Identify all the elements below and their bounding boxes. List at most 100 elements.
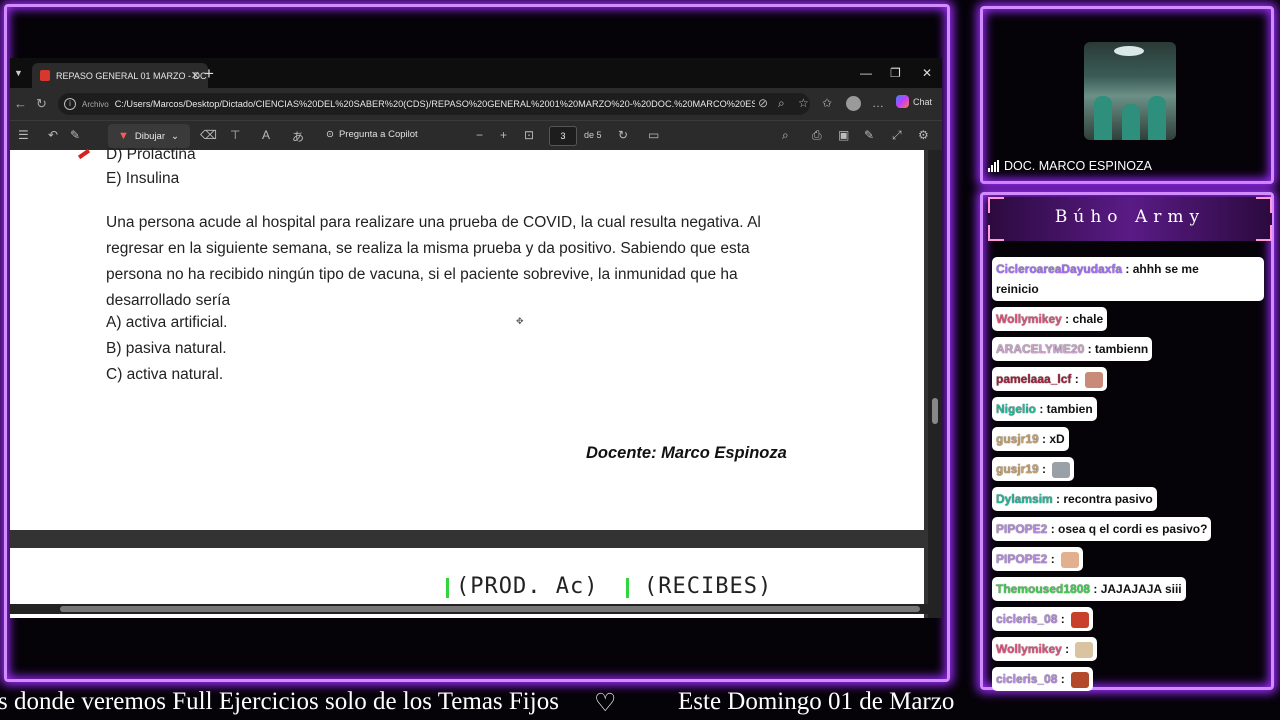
scroll-thumb[interactable]: [60, 606, 920, 612]
chat-username[interactable]: PIPOPE2: [996, 552, 1047, 566]
chat-message: Nigelio : tambien: [992, 397, 1097, 421]
chat-text: : xD: [1038, 432, 1065, 446]
option-a: A) activa artificial.: [106, 314, 228, 331]
emote-icon: [1075, 641, 1094, 658]
zoom-out-icon[interactable]: −: [476, 128, 483, 142]
chevron-down-icon: ⌄: [171, 130, 179, 142]
signal-icon: [988, 160, 999, 172]
tab-list-chevron-icon[interactable]: ▼: [14, 68, 23, 78]
chat-message: Themoused1808 : JAJAJAJA siii: [992, 577, 1186, 601]
copilot-button[interactable]: Chat: [896, 95, 932, 108]
chat-title: Búho Army: [988, 197, 1272, 241]
tab-close-icon[interactable]: ✕: [191, 69, 200, 82]
add-text-icon[interactable]: A: [262, 128, 270, 142]
print-icon[interactable]: ⎙: [812, 128, 822, 143]
read-aloud-icon[interactable]: あ: [292, 128, 304, 145]
chat-text: :: [1057, 672, 1069, 686]
fit-page-icon[interactable]: ⊡: [524, 128, 534, 142]
pen-icon: ▼: [118, 130, 129, 142]
corner-ornament: [988, 197, 1004, 213]
pdf-page: D) Prolactina E) Insulina Una persona ac…: [10, 146, 924, 530]
close-window-button[interactable]: ✕: [922, 66, 932, 80]
surgeon-figure: [1094, 96, 1112, 140]
undo-icon[interactable]: ↶: [48, 128, 58, 142]
info-icon[interactable]: i: [64, 98, 76, 110]
surgeon-figure: [1122, 104, 1140, 140]
text-icon[interactable]: ⊤: [230, 128, 240, 142]
copilot-label: Chat: [913, 96, 933, 107]
chat-username[interactable]: gusjr19: [996, 432, 1039, 446]
ticker-text: Este Domingo 01 de Marzo: [678, 688, 955, 715]
emote-icon: [1061, 551, 1080, 568]
cursor-icon: ✥: [516, 316, 524, 326]
news-ticker: s donde veremos Full Ejercicios solo de …: [0, 686, 960, 720]
favorite-star-icon[interactable]: ☆: [798, 96, 809, 110]
chat-text: :: [1061, 642, 1073, 656]
webcam-feed: [1084, 42, 1176, 140]
fullscreen-icon[interactable]: ⤢: [892, 128, 902, 143]
chat-username[interactable]: Wollymikey: [996, 312, 1062, 326]
chat-message: Wollymikey :: [992, 637, 1098, 661]
read-aloud-icon[interactable]: ⊘: [758, 96, 768, 110]
option-c: C) activa natural.: [106, 366, 224, 383]
back-icon[interactable]: ←: [14, 96, 27, 111]
page-number-input[interactable]: 3: [549, 126, 577, 146]
chat-text: : chale: [1061, 312, 1104, 326]
chat-username[interactable]: Nigelio: [996, 402, 1036, 416]
vertical-scrollbar[interactable]: [928, 150, 942, 618]
new-tab-button[interactable]: +: [204, 64, 214, 84]
green-highlight-mark: [626, 578, 629, 598]
page-view-icon[interactable]: ▭: [648, 128, 659, 142]
more-icon[interactable]: …: [872, 96, 884, 110]
profile-avatar[interactable]: [846, 96, 861, 111]
eraser-icon[interactable]: ⌫: [200, 128, 217, 142]
contents-icon[interactable]: ☰: [18, 128, 29, 142]
address-chip: Archivo: [82, 99, 109, 109]
zoom-icon[interactable]: ⌕: [778, 96, 785, 111]
horizontal-scrollbar[interactable]: [10, 604, 928, 614]
handwriting-prod-ac: (PROD. Ac): [456, 574, 599, 599]
ask-copilot-button[interactable]: ⊙ Pregunta a Copilot: [326, 129, 418, 140]
handwriting-recibes: (RECIBES): [644, 574, 773, 599]
address-bar[interactable]: i Archivo C:/Users/Marcos/Desktop/Dictad…: [58, 93, 810, 115]
chat-username[interactable]: pamelaaa_lcf: [996, 372, 1071, 386]
green-highlight-mark: [446, 578, 449, 598]
maximize-button[interactable]: ❐: [890, 66, 901, 80]
settings-icon[interactable]: ⚙: [918, 128, 929, 142]
rotate-icon[interactable]: ↻: [618, 128, 628, 142]
chat-username[interactable]: CicleroareaDayudaxfa: [996, 262, 1122, 276]
option-d: D) Prolactina: [106, 146, 196, 163]
copilot-icon: ⊙: [326, 129, 334, 140]
emote-icon: [1052, 461, 1071, 478]
save-icon[interactable]: ▣: [838, 128, 849, 142]
chat-text: :: [1038, 462, 1050, 476]
favorites-icon[interactable]: ✩: [822, 96, 832, 110]
zoom-in-icon[interactable]: +: [500, 128, 507, 142]
tab-pdf[interactable]: REPASO GENERAL 01 MARZO - DC ✕: [32, 63, 208, 88]
chat-username[interactable]: gusjr19: [996, 462, 1039, 476]
copilot-icon: [896, 95, 909, 108]
save-as-icon[interactable]: ✎: [864, 128, 874, 142]
chat-message: pamelaaa_lcf :: [992, 367, 1108, 391]
chat-username[interactable]: ARACELYME20: [996, 342, 1084, 356]
chat-username[interactable]: cicleris_08: [996, 612, 1057, 626]
pdf-viewer[interactable]: D) Prolactina E) Insulina Una persona ac…: [10, 146, 942, 618]
url-text[interactable]: C:/Users/Marcos/Desktop/Dictado/CIENCIAS…: [115, 99, 755, 109]
chat-message: Dylamsim : recontra pasivo: [992, 487, 1157, 511]
emote-icon: [1071, 671, 1090, 688]
highlight-icon[interactable]: ✎: [70, 128, 80, 142]
minimize-button[interactable]: —: [860, 66, 872, 80]
chat-username[interactable]: cicleris_08: [996, 672, 1057, 686]
chat-username[interactable]: Themoused1808: [996, 582, 1090, 596]
search-icon[interactable]: ⌕: [782, 128, 789, 143]
refresh-icon[interactable]: ↻: [36, 96, 47, 112]
draw-button[interactable]: ▼ Dibujar ⌄: [108, 124, 190, 148]
ticker-text: s donde veremos Full Ejercicios solo de …: [0, 688, 559, 715]
chat-username[interactable]: Dylamsim: [996, 492, 1053, 506]
chat-username[interactable]: PIPOPE2: [996, 522, 1047, 536]
chat-username[interactable]: Wollymikey: [996, 642, 1062, 656]
option-e: E) Insulina: [106, 170, 180, 187]
scroll-thumb[interactable]: [932, 398, 938, 424]
chat-title-text: Búho Army: [1054, 207, 1206, 227]
chat-text: : osea q el cordi es pasivo?: [1047, 522, 1208, 536]
